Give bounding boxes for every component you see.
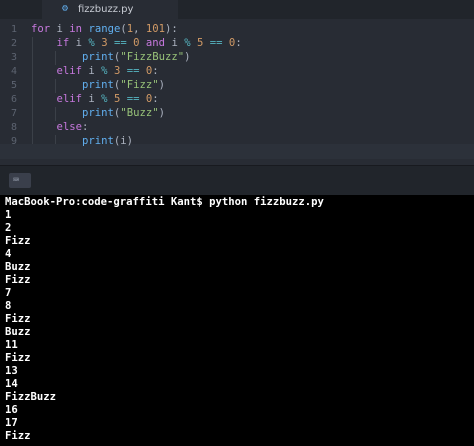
- terminal-output-line: 11: [5, 339, 18, 351]
- code-token: ): [158, 79, 165, 91]
- code-token: elif: [56, 93, 83, 105]
- terminal-output-line: 2: [5, 222, 12, 234]
- code-token: i: [82, 93, 102, 105]
- terminal-output-line: Buzz: [5, 261, 31, 273]
- code-token: "FizzBuzz": [120, 51, 185, 63]
- code-token: print: [82, 135, 114, 147]
- terminal-toggle-button[interactable]: ⌨: [9, 173, 31, 188]
- terminal-output-line: 1: [5, 209, 12, 221]
- code-token: i: [165, 37, 185, 49]
- line-number: 6: [10, 94, 17, 105]
- terminal-output-line: 17: [5, 417, 18, 429]
- code-token: ==: [126, 65, 140, 77]
- code-token: 101: [145, 23, 166, 35]
- terminal-output-line: 7: [5, 287, 12, 299]
- code-token: print: [82, 107, 114, 119]
- terminal-prompt: MacBook-Pro:code-graffiti Kant$ python f…: [5, 196, 324, 208]
- line-number: 7: [10, 108, 17, 119]
- code-line[interactable]: print("Buzz"): [31, 106, 165, 120]
- code-line[interactable]: if i % 3 == 0 and i % 5 == 0:: [31, 36, 242, 50]
- code-token: (i): [113, 135, 134, 147]
- code-token: print: [82, 51, 114, 63]
- line-number: 5: [10, 80, 17, 91]
- terminal-panel[interactable]: MacBook-Pro:code-graffiti Kant$ python f…: [0, 195, 474, 446]
- code-line[interactable]: else:: [31, 120, 89, 134]
- code-token: :: [82, 121, 89, 133]
- terminal-output-line: Fizz: [5, 274, 31, 286]
- code-token: ==: [113, 37, 127, 49]
- code-token: ):: [165, 23, 178, 35]
- code-line[interactable]: print(i): [31, 134, 133, 148]
- code-token: ,: [133, 23, 146, 35]
- code-editor[interactable]: ⚙ fizzbuzz.py 12345678910 for i in range…: [0, 0, 474, 165]
- line-number: 1: [10, 24, 17, 35]
- code-token: i: [69, 37, 89, 49]
- tab-title[interactable]: fizzbuzz.py: [78, 4, 133, 16]
- code-line[interactable]: elif i % 5 == 0:: [31, 92, 159, 106]
- code-token: :: [235, 37, 242, 49]
- code-token: i: [82, 65, 102, 77]
- terminal-output-line: 14: [5, 378, 18, 390]
- terminal-output-line: Buzz: [5, 326, 31, 338]
- terminal-output-line: Fizz: [5, 352, 31, 364]
- code-token: print: [82, 79, 114, 91]
- terminal-output-line: 8: [5, 300, 12, 312]
- code-token: :: [152, 93, 159, 105]
- terminal-output-line: Fizz: [5, 430, 31, 442]
- code-token: in: [69, 23, 83, 35]
- line-number: 3: [10, 52, 17, 63]
- terminal-output-line: 16: [5, 404, 18, 416]
- code-token: "Buzz": [120, 107, 159, 119]
- code-token: for: [31, 23, 51, 35]
- line-number: 2: [10, 38, 17, 49]
- code-token: "Fizz": [120, 79, 159, 91]
- terminal-output-line: 13: [5, 365, 18, 377]
- code-token: elif: [56, 65, 83, 77]
- code-token: ==: [209, 37, 223, 49]
- code-token: else: [56, 121, 83, 133]
- python-file-icon: ⚙: [62, 3, 69, 14]
- code-token: ==: [126, 93, 140, 105]
- code-token: :: [152, 65, 159, 77]
- code-line[interactable]: print("FizzBuzz"): [31, 50, 190, 64]
- terminal-output-line: 4: [5, 248, 12, 260]
- terminal-output-line: Fizz: [5, 313, 31, 325]
- line-number: 4: [10, 66, 17, 77]
- code-token: i: [50, 23, 70, 35]
- code-line[interactable]: print("Fizz"): [31, 78, 165, 92]
- code-token: range: [88, 23, 121, 35]
- code-line[interactable]: elif i % 3 == 0:: [31, 64, 159, 78]
- code-token: ): [184, 51, 191, 63]
- terminal-output-line: FizzBuzz: [5, 391, 57, 403]
- code-token: ): [158, 107, 165, 119]
- code-token: if: [56, 37, 70, 49]
- code-line[interactable]: for i in range(1, 101):: [31, 22, 178, 36]
- terminal-output-line: Fizz: [5, 235, 31, 247]
- line-number: 8: [10, 122, 17, 133]
- tab-bar: ⚙ fizzbuzz.py: [0, 0, 474, 19]
- code-token: and: [145, 37, 166, 49]
- status-bar: ⌨: [0, 165, 474, 195]
- terminal-icon: ⌨: [13, 175, 20, 186]
